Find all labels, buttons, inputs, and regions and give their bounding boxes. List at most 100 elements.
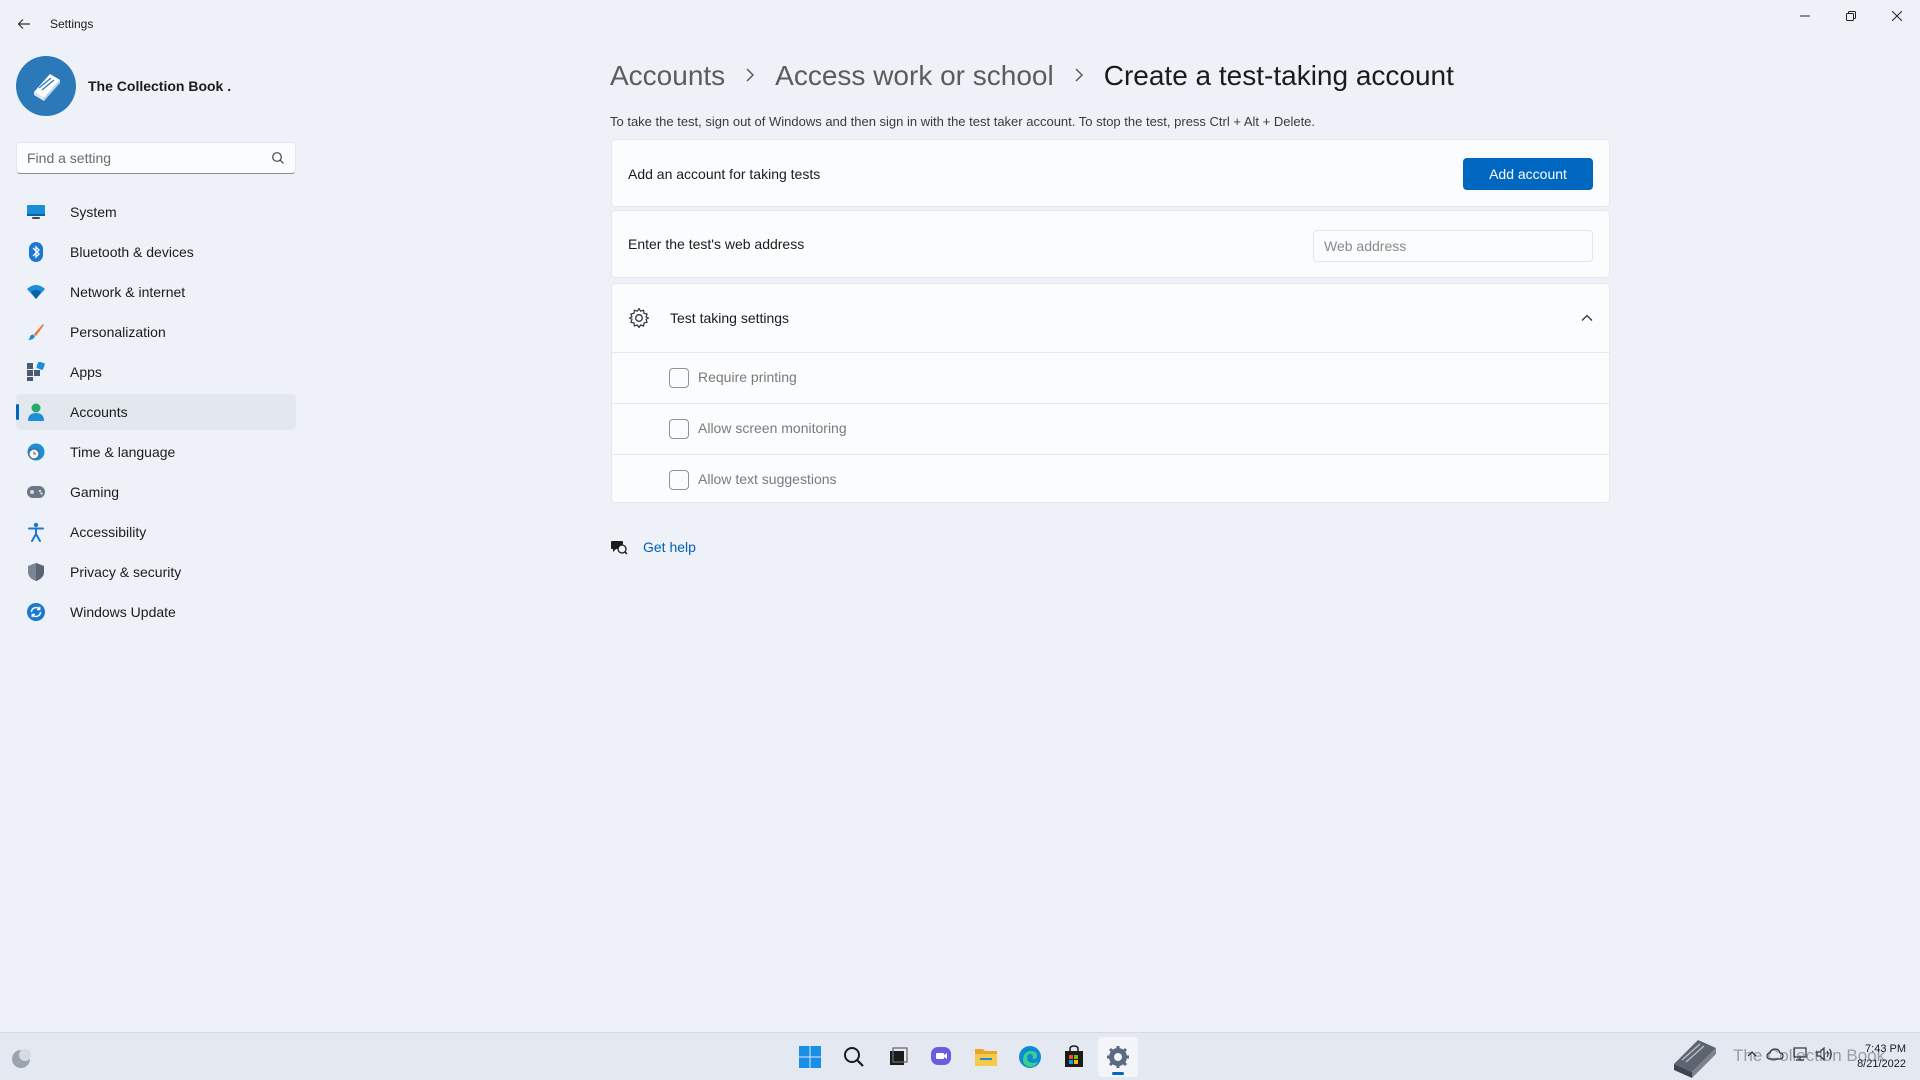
page-title: Create a test-taking account bbox=[1103, 60, 1454, 91]
restore-button[interactable] bbox=[1828, 4, 1874, 28]
minimize-button[interactable] bbox=[1782, 4, 1828, 28]
chevron-up-icon[interactable] bbox=[1746, 1048, 1758, 1060]
brush-icon bbox=[26, 322, 46, 342]
taskbar: The Collection Book 7:43 PM 8/21/2022 bbox=[0, 1032, 1920, 1080]
breadcrumb-access-work-school[interactable]: Access work or school bbox=[775, 60, 1054, 92]
sidebar-item-time-language[interactable]: Time & language bbox=[16, 434, 296, 470]
sidebar-item-privacy-security[interactable]: Privacy & security bbox=[16, 554, 296, 590]
help-chat-icon bbox=[611, 541, 628, 555]
option-label: Allow screen monitoring bbox=[698, 420, 847, 436]
sidebar-item-label: Time & language bbox=[70, 444, 176, 460]
sidebar-item-label: Network & internet bbox=[70, 284, 186, 300]
sidebar-item-gaming[interactable]: Gaming bbox=[16, 474, 296, 510]
back-button[interactable] bbox=[10, 12, 38, 36]
monitor-icon bbox=[26, 202, 46, 222]
chevron-up-icon[interactable] bbox=[1579, 310, 1595, 326]
text-suggestions-checkbox[interactable] bbox=[669, 470, 689, 490]
sidebar-item-accessibility[interactable]: Accessibility bbox=[16, 514, 296, 550]
chat-icon[interactable] bbox=[922, 1037, 962, 1077]
sidebar-item-label: Gaming bbox=[70, 484, 120, 500]
update-icon bbox=[26, 602, 46, 622]
sidebar-item-personalization[interactable]: Personalization bbox=[16, 314, 296, 350]
require-printing-checkbox[interactable] bbox=[669, 368, 689, 388]
gamepad-icon bbox=[26, 482, 46, 502]
arrow-left-icon bbox=[17, 19, 30, 29]
apps-icon bbox=[26, 362, 46, 382]
edge-icon[interactable] bbox=[1010, 1037, 1050, 1077]
clock-date: 8/21/2022 bbox=[1857, 1058, 1906, 1070]
task-view-icon[interactable] bbox=[878, 1037, 918, 1077]
book-logo-icon bbox=[34, 74, 60, 101]
sidebar-item-accounts[interactable]: Accounts bbox=[16, 394, 296, 430]
widgets-icon[interactable] bbox=[10, 1046, 34, 1070]
gear-icon bbox=[628, 307, 650, 329]
sidebar-item-network[interactable]: Network & internet bbox=[16, 274, 296, 310]
settings-window: Settings The Collection Book . Find a se… bbox=[0, 0, 1920, 1032]
settings-icon[interactable] bbox=[1098, 1037, 1138, 1077]
wifi-icon bbox=[26, 282, 46, 302]
search-icon[interactable] bbox=[834, 1037, 874, 1077]
search-input[interactable] bbox=[17, 150, 257, 166]
search-icon bbox=[272, 152, 284, 164]
sidebar-item-label: Bluetooth & devices bbox=[70, 244, 194, 260]
option-allow-text-suggestions: Allow text suggestions bbox=[612, 454, 1609, 504]
option-allow-screen-monitoring: Allow screen monitoring bbox=[612, 403, 1609, 453]
avatar bbox=[16, 56, 76, 116]
test-settings-header[interactable]: Test taking settings bbox=[612, 284, 1609, 352]
start-icon[interactable] bbox=[790, 1037, 830, 1077]
cloud-icon[interactable] bbox=[1766, 1047, 1784, 1061]
add-account-label: Add an account for taking tests bbox=[628, 166, 821, 182]
sidebar-item-windows-update[interactable]: Windows Update bbox=[16, 594, 296, 630]
shield-icon bbox=[26, 562, 46, 582]
sidebar-item-label: System bbox=[70, 204, 117, 220]
sidebar-nav: System Bluetooth & devices Network & int… bbox=[16, 194, 296, 634]
screen-monitoring-checkbox[interactable] bbox=[669, 419, 689, 439]
minimize-icon bbox=[1800, 15, 1810, 17]
search-box[interactable] bbox=[16, 142, 296, 174]
web-address-label: Enter the test's web address bbox=[628, 236, 805, 252]
title-bar: Settings bbox=[0, 0, 1920, 48]
close-icon bbox=[1892, 11, 1902, 21]
sidebar-item-label: Personalization bbox=[70, 324, 166, 340]
sidebar-item-label: Accounts bbox=[70, 404, 128, 420]
sidebar-item-label: Windows Update bbox=[70, 604, 176, 620]
add-account-card: Add an account for taking tests Add acco… bbox=[611, 139, 1610, 207]
book-logo-icon bbox=[1668, 1034, 1720, 1080]
network-icon[interactable] bbox=[1792, 1047, 1808, 1061]
get-help-link[interactable]: Get help bbox=[643, 539, 696, 555]
test-settings-expander: Test taking settings Require printing Al… bbox=[611, 283, 1610, 503]
sidebar-item-system[interactable]: System bbox=[16, 194, 296, 230]
globe-clock-icon bbox=[26, 442, 46, 462]
page-description: To take the test, sign out of Windows an… bbox=[610, 114, 1316, 129]
chevron-right-icon bbox=[745, 65, 755, 88]
volume-icon[interactable] bbox=[1816, 1047, 1834, 1061]
option-label: Allow text suggestions bbox=[698, 471, 837, 487]
sidebar-item-apps[interactable]: Apps bbox=[16, 354, 296, 390]
sidebar-item-label: Privacy & security bbox=[70, 564, 182, 580]
web-address-input[interactable] bbox=[1313, 230, 1593, 262]
person-icon bbox=[26, 402, 46, 422]
clock-time: 7:43 PM bbox=[1865, 1043, 1906, 1055]
test-settings-title: Test taking settings bbox=[670, 310, 790, 326]
store-icon[interactable] bbox=[1054, 1037, 1094, 1077]
taskbar-apps bbox=[790, 1037, 1142, 1077]
sidebar-item-label: Apps bbox=[70, 364, 102, 380]
get-help[interactable]: Get help bbox=[610, 538, 696, 556]
user-profile[interactable]: The Collection Book . bbox=[16, 56, 231, 116]
app-title: Settings bbox=[50, 17, 94, 31]
clock[interactable]: 7:43 PM 8/21/2022 bbox=[1842, 1042, 1906, 1072]
chevron-right-icon bbox=[1074, 65, 1084, 88]
option-require-printing: Require printing bbox=[612, 352, 1609, 402]
sidebar-item-bluetooth[interactable]: Bluetooth & devices bbox=[16, 234, 296, 270]
add-account-button[interactable]: Add account bbox=[1463, 158, 1593, 190]
bluetooth-icon bbox=[26, 242, 46, 262]
profile-name: The Collection Book . bbox=[88, 78, 232, 94]
web-address-card: Enter the test's web address bbox=[611, 210, 1610, 278]
close-button[interactable] bbox=[1874, 4, 1920, 28]
file-explorer-icon[interactable] bbox=[966, 1037, 1006, 1077]
system-tray bbox=[1746, 1047, 1834, 1061]
breadcrumb-accounts[interactable]: Accounts bbox=[610, 60, 725, 92]
breadcrumb: Accounts Access work or school Create a … bbox=[610, 54, 1454, 98]
sidebar-item-label: Accessibility bbox=[70, 524, 147, 540]
restore-icon bbox=[1846, 11, 1856, 21]
